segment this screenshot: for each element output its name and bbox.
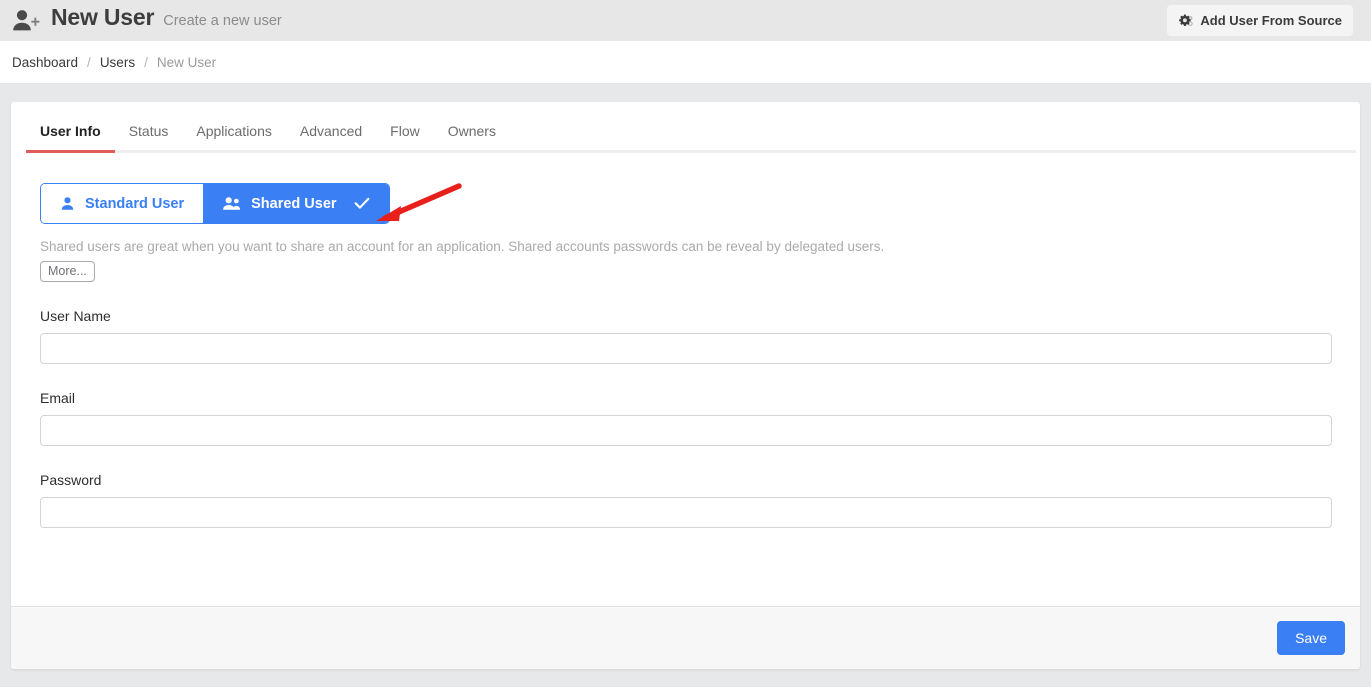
users-icon bbox=[222, 196, 241, 211]
password-label: Password bbox=[40, 472, 102, 489]
shared-user-option[interactable]: Shared User bbox=[203, 184, 389, 223]
header-actions: Add User From Source bbox=[1167, 5, 1353, 36]
email-input[interactable] bbox=[40, 415, 1332, 447]
tab-advanced[interactable]: Advanced bbox=[286, 102, 376, 153]
tab-owners[interactable]: Owners bbox=[434, 102, 510, 153]
tab-status[interactable]: Status bbox=[115, 102, 183, 153]
header-title-group: New User Create a new user bbox=[10, 3, 282, 36]
standard-user-label: Standard User bbox=[85, 195, 185, 212]
add-user-from-source-label: Add User From Source bbox=[1200, 13, 1342, 28]
check-icon bbox=[354, 197, 370, 210]
password-input[interactable] bbox=[40, 497, 1332, 529]
breadcrumb-item-new-user: New User bbox=[156, 54, 217, 70]
page-title: New User bbox=[51, 3, 155, 30]
tab-bar: User Info Status Applications Advanced F… bbox=[11, 102, 1360, 153]
user-type-help-text: Shared users are great when you want to … bbox=[40, 239, 885, 254]
app-header: New User Create a new user Add User From… bbox=[0, 0, 1371, 41]
email-label: Email bbox=[40, 390, 76, 407]
breadcrumb-separator: / bbox=[87, 54, 91, 70]
card-footer: Save bbox=[11, 606, 1360, 669]
standard-user-option[interactable]: Standard User bbox=[41, 184, 204, 223]
user-plus-icon bbox=[10, 6, 42, 36]
tab-applications[interactable]: Applications bbox=[182, 102, 286, 153]
user-icon bbox=[60, 196, 75, 211]
new-user-card: User Info Status Applications Advanced F… bbox=[11, 102, 1360, 669]
user-name-label: User Name bbox=[40, 308, 111, 325]
field-password: Password bbox=[40, 472, 1332, 529]
tab-user-info[interactable]: User Info bbox=[26, 102, 115, 153]
breadcrumb-item-users[interactable]: Users bbox=[100, 55, 135, 70]
field-user-name: User Name bbox=[40, 308, 1332, 365]
tab-flow[interactable]: Flow bbox=[376, 102, 434, 153]
breadcrumb-separator: / bbox=[144, 54, 148, 70]
user-type-toggle: Standard User Shared User bbox=[40, 183, 390, 224]
breadcrumb: Dashboard / Users / New User bbox=[0, 41, 1371, 84]
add-user-from-source-button[interactable]: Add User From Source bbox=[1167, 5, 1353, 36]
shared-user-label: Shared User bbox=[251, 195, 337, 212]
user-info-panel: Standard User Shared User Shared users a… bbox=[11, 153, 1360, 606]
field-email: Email bbox=[40, 390, 1332, 447]
breadcrumb-item-dashboard[interactable]: Dashboard bbox=[12, 55, 78, 70]
cogs-icon bbox=[1178, 14, 1193, 28]
page-content: User Info Status Applications Advanced F… bbox=[0, 84, 1371, 686]
save-button[interactable]: Save bbox=[1277, 621, 1345, 655]
more-button[interactable]: More... bbox=[40, 261, 95, 283]
page-subtitle: Create a new user bbox=[163, 12, 282, 29]
user-name-input[interactable] bbox=[40, 333, 1332, 365]
